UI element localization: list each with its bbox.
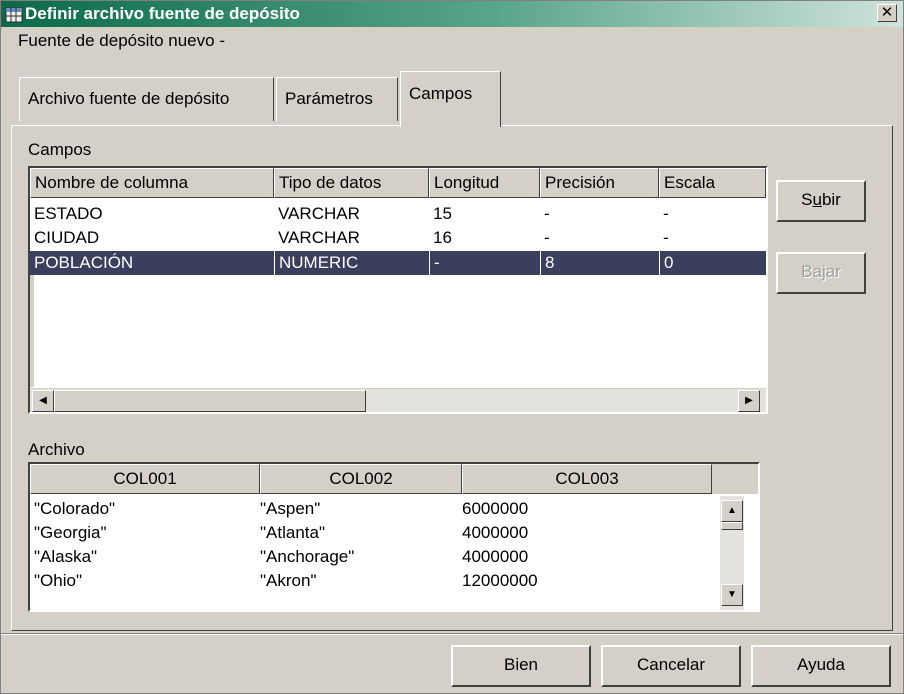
button-label: ar: [825, 262, 841, 281]
footer-separator: [1, 633, 903, 635]
table-cell[interactable]: CIUDAD: [30, 226, 274, 250]
table-cell[interactable]: "Colorado": [30, 497, 260, 521]
button-mnemonic: u: [812, 190, 822, 209]
table-cell[interactable]: -: [659, 202, 766, 226]
table-cell[interactable]: 15: [429, 202, 540, 226]
campos-group-label: Campos: [28, 140, 92, 159]
table-cell[interactable]: "Alaska": [30, 545, 260, 569]
scroll-down-button[interactable]: ▼: [721, 584, 743, 606]
table-cell[interactable]: 12000000: [458, 569, 708, 593]
button-label: Ba: [801, 262, 822, 281]
close-button[interactable]: ✕: [877, 4, 897, 22]
tab-label: Archivo fuente de depósito: [28, 89, 230, 108]
table-cell[interactable]: 0: [659, 251, 766, 275]
arrow-left-icon: ◀: [39, 395, 47, 406]
arrow-right-icon: ▶: [745, 395, 753, 406]
archivo-group-label: Archivo: [28, 440, 85, 459]
dialog-window: Definir archivo fuente de depósito ✕ Fue…: [0, 0, 904, 694]
tab-archivo-fuente[interactable]: Archivo fuente de depósito: [19, 77, 274, 121]
table-cell[interactable]: "Ohio": [30, 569, 260, 593]
button-label: Bien: [503, 655, 539, 674]
window-subtitle: Fuente de depósito nuevo -: [18, 31, 225, 50]
table-cell[interactable]: -: [659, 226, 766, 250]
table-cell[interactable]: ESTADO: [30, 202, 274, 226]
column-header[interactable]: Nombre de columna: [30, 168, 274, 198]
title-bar[interactable]: Definir archivo fuente de depósito ✕: [1, 1, 903, 27]
button-label: Ayuda: [797, 655, 845, 674]
table-cell[interactable]: -: [540, 226, 659, 250]
table-cell[interactable]: 4000000: [458, 545, 708, 569]
scroll-up-button[interactable]: ▲: [721, 500, 743, 522]
table-empty-area: [30, 275, 34, 387]
table-cell[interactable]: 6000000: [458, 497, 708, 521]
column-header[interactable]: COL001: [30, 464, 260, 494]
vscroll-thumb[interactable]: [721, 522, 743, 530]
campos-table[interactable]: Nombre de columna Tipo de datos Longitud…: [28, 166, 768, 414]
ok-button[interactable]: Bien: [451, 645, 591, 687]
tab-panel-campos: Campos Nombre de columna Tipo de datos L…: [11, 125, 893, 631]
scroll-left-button[interactable]: ◀: [32, 390, 54, 412]
table-icon: [5, 7, 23, 23]
archivo-table[interactable]: COL001 COL002 COL003 "Colorado" "Aspen" …: [28, 462, 760, 612]
arrow-down-icon: ▼: [727, 589, 737, 600]
table-cell[interactable]: -: [429, 251, 540, 275]
cancel-button[interactable]: Cancelar: [601, 645, 741, 687]
button-label: S: [801, 190, 813, 209]
column-header[interactable]: COL002: [260, 464, 462, 494]
hscroll-thumb[interactable]: [54, 390, 366, 412]
bajar-button[interactable]: Bajar: [776, 252, 866, 294]
table-cell[interactable]: POBLACIÓN: [30, 251, 274, 275]
table-cell[interactable]: VARCHAR: [274, 226, 429, 250]
column-header[interactable]: Precisión: [540, 168, 659, 198]
button-label: Cancelar: [636, 655, 706, 674]
column-header[interactable]: Longitud: [429, 168, 540, 198]
table-cell[interactable]: NUMERIC: [274, 251, 429, 275]
column-header[interactable]: COL003: [462, 464, 712, 494]
tab-label: Campos: [409, 84, 473, 103]
arrow-up-icon: ▲: [727, 505, 737, 516]
table-cell[interactable]: 16: [429, 226, 540, 250]
tab-campos[interactable]: Campos: [400, 71, 501, 127]
column-header[interactable]: Escala: [659, 168, 766, 198]
table-cell[interactable]: "Akron": [256, 569, 458, 593]
campos-hscrollbar[interactable]: ◀ ▶: [30, 388, 766, 412]
table-cell[interactable]: VARCHAR: [274, 202, 429, 226]
tab-parametros[interactable]: Parámetros: [276, 77, 398, 121]
tab-label: Parámetros: [285, 89, 373, 108]
table-cell[interactable]: "Atlanta": [256, 521, 458, 545]
header-filler: [712, 464, 758, 494]
scroll-right-button[interactable]: ▶: [738, 390, 760, 412]
subir-button[interactable]: Subir: [776, 180, 866, 222]
help-button[interactable]: Ayuda: [751, 645, 891, 687]
table-cell[interactable]: "Georgia": [30, 521, 260, 545]
table-cell[interactable]: 4000000: [458, 521, 708, 545]
archivo-vscrollbar[interactable]: ▲ ▼: [720, 496, 744, 610]
table-cell[interactable]: "Aspen": [256, 497, 458, 521]
window-title: Definir archivo fuente de depósito: [25, 4, 300, 23]
button-label: bir: [821, 190, 841, 209]
table-cell[interactable]: 8: [540, 251, 659, 275]
column-header[interactable]: Tipo de datos: [274, 168, 429, 198]
close-icon: ✕: [880, 4, 894, 21]
table-cell[interactable]: "Anchorage": [256, 545, 458, 569]
table-cell[interactable]: -: [540, 202, 659, 226]
